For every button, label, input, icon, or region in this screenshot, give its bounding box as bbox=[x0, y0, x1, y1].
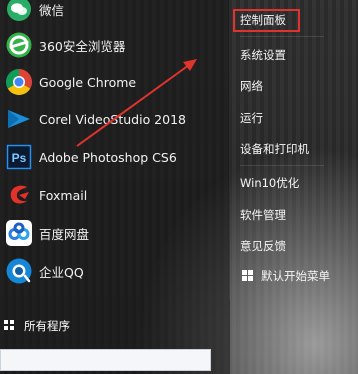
feedback-link[interactable]: 意见反馈 bbox=[240, 237, 286, 255]
right-panel: 控制面板 系统设置 网络 运行 设备和打印机 Win10优化 软件管理 意见反馈 bbox=[230, 0, 358, 374]
default-menu-label: 默认开始菜单 bbox=[261, 268, 330, 283]
divider bbox=[240, 36, 324, 37]
default-start-menu-button[interactable]: 默认开始菜单 bbox=[242, 266, 330, 285]
divider bbox=[240, 165, 324, 166]
windows-logo-icon bbox=[242, 266, 253, 285]
network-link[interactable]: 网络 bbox=[240, 77, 263, 95]
start-menu: 微信 360安全浏览器 Google Chrome Corel VideoStu… bbox=[0, 0, 358, 374]
win10-optimize-link[interactable]: Win10优化 bbox=[240, 174, 299, 192]
highlight-box bbox=[233, 9, 300, 32]
devices-printers-link[interactable]: 设备和打印机 bbox=[240, 140, 309, 158]
software-manager-link[interactable]: 软件管理 bbox=[240, 206, 286, 224]
run-link[interactable]: 运行 bbox=[240, 109, 263, 127]
system-settings-link[interactable]: 系统设置 bbox=[240, 46, 286, 64]
